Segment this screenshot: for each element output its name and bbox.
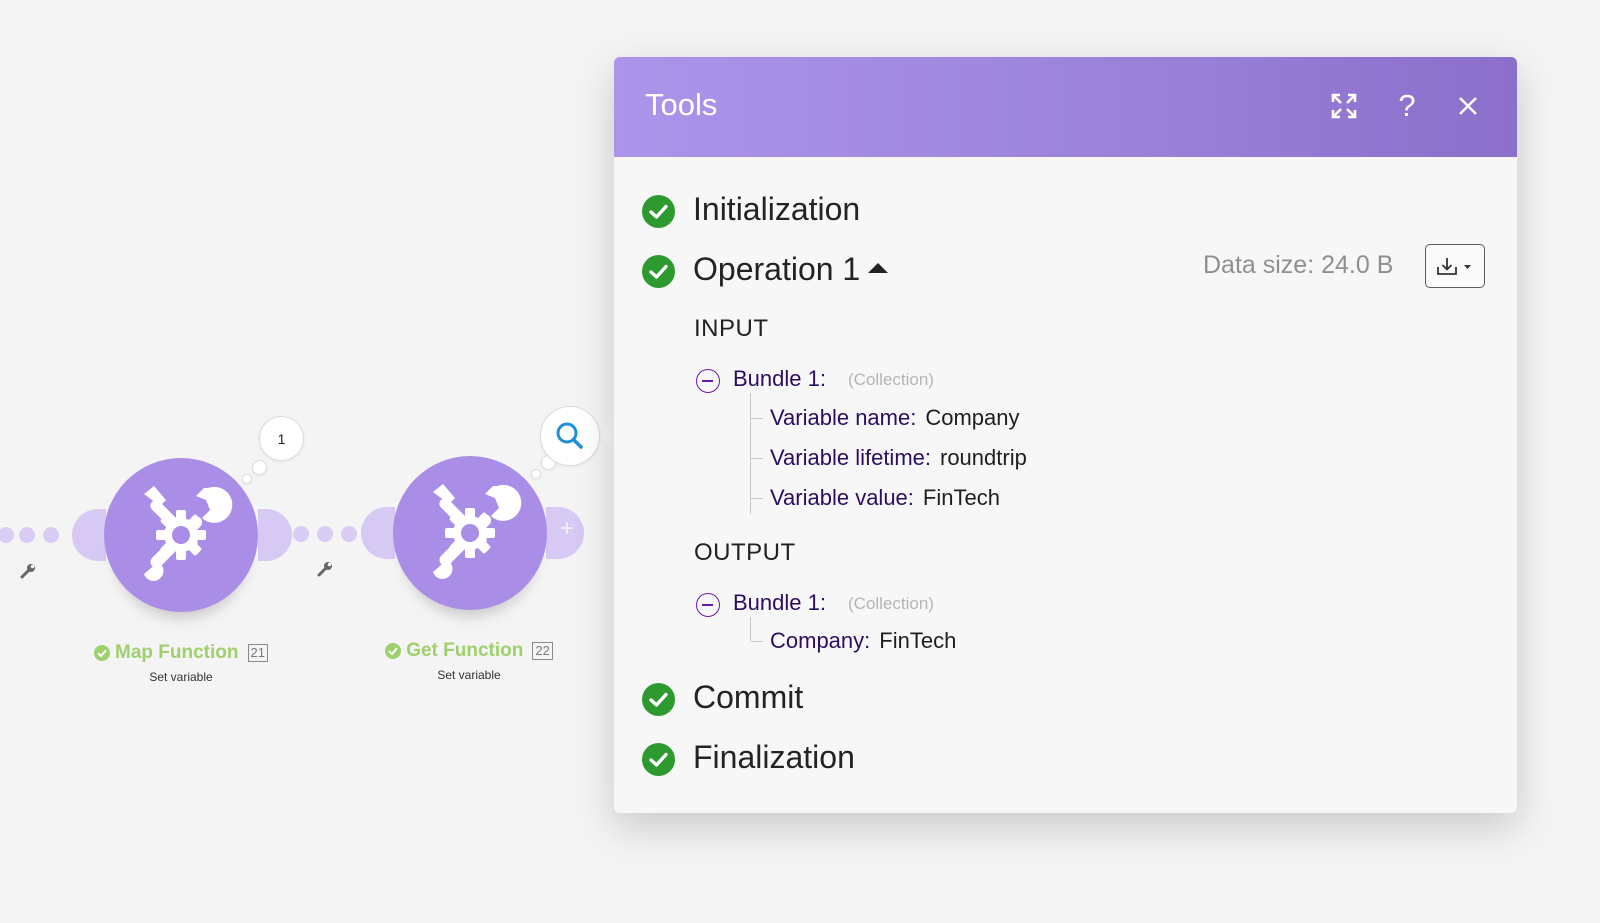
module-subtitle: Set variable	[437, 668, 501, 682]
close-icon	[1459, 97, 1477, 115]
success-icon	[642, 195, 675, 228]
field-value: FinTech	[922, 485, 1000, 510]
bubble-tail-dot	[242, 474, 252, 484]
bundle-label: Bundle 1:	[733, 366, 826, 391]
panel-header: Tools ?	[614, 57, 1517, 157]
module-label: Get Function 22 Set variable	[339, 640, 599, 682]
success-icon	[642, 743, 675, 776]
tools-icon	[433, 484, 522, 579]
expand-button[interactable]	[1327, 89, 1361, 123]
data-size: Data size: 24.0 B	[1203, 251, 1394, 279]
stage-operation[interactable]: Operation 1	[693, 251, 889, 288]
bundle-type: (Collection)	[848, 370, 934, 389]
collapse-bundle-button[interactable]	[696, 369, 720, 393]
bundle-type: (Collection)	[848, 594, 934, 613]
operations-count-bubble[interactable]: 1	[259, 416, 304, 461]
success-icon	[642, 255, 675, 288]
operation-label: Operation 1	[693, 251, 861, 287]
module-connector-right[interactable]	[258, 509, 292, 561]
bubble-tail-dot	[531, 469, 541, 479]
inspect-bubble[interactable]	[540, 406, 600, 466]
success-icon	[385, 643, 402, 659]
stage-initialization[interactable]: Initialization	[693, 191, 860, 228]
success-icon	[642, 683, 675, 716]
tools-panel: Tools ? Initialization Operation 1 Data …	[614, 57, 1517, 813]
module-name: Map Function	[115, 642, 239, 663]
field-key: Variable name:	[770, 405, 917, 430]
field-key: Variable lifetime:	[770, 445, 931, 470]
input-heading: INPUT	[694, 315, 769, 342]
field-key: Company:	[770, 628, 871, 653]
tree-line	[751, 458, 763, 459]
field-value: Company	[925, 405, 1020, 430]
stage-commit[interactable]: Commit	[693, 679, 803, 716]
bubble-tail-dot	[252, 460, 267, 475]
input-row: Variable lifetime: roundtrip	[770, 445, 1027, 471]
output-row: Company: FinTech	[770, 628, 956, 654]
tools-icon	[144, 486, 233, 581]
collapse-caret-icon[interactable]	[868, 262, 889, 273]
close-button[interactable]	[1451, 89, 1485, 123]
help-button[interactable]: ?	[1390, 88, 1424, 123]
input-row: Variable name: Company	[770, 405, 1020, 431]
search-icon	[556, 422, 583, 449]
input-row: Variable value: FinTech	[770, 485, 1000, 511]
field-value: roundtrip	[940, 445, 1027, 470]
tree-line	[750, 617, 751, 641]
module-connector-left[interactable]	[361, 507, 395, 559]
module-map-function[interactable]	[104, 458, 258, 612]
tree-line	[751, 641, 763, 642]
connector-dot	[19, 527, 35, 543]
output-heading: OUTPUT	[694, 539, 796, 566]
connector-dot	[0, 527, 14, 543]
tree-line	[751, 418, 763, 419]
module-connector-left[interactable]	[72, 509, 106, 561]
tree-line	[750, 393, 751, 514]
plus-icon[interactable]: +	[556, 517, 578, 541]
connector-dot	[43, 527, 59, 543]
module-id-badge: 22	[532, 642, 553, 660]
connector-dot	[341, 526, 357, 542]
module-name: Get Function	[406, 640, 524, 661]
panel-title: Tools	[645, 87, 718, 122]
expand-icon	[1331, 93, 1357, 119]
wrench-icon[interactable]	[316, 560, 334, 578]
module-subtitle: Set variable	[149, 670, 213, 684]
download-button[interactable]	[1425, 244, 1485, 288]
wrench-icon[interactable]	[19, 562, 37, 580]
help-icon: ?	[1398, 88, 1416, 123]
bundle-label: Bundle 1:	[733, 590, 826, 615]
connector-dot	[317, 526, 333, 542]
download-icon	[1437, 258, 1471, 275]
module-title: Get Function 22	[339, 640, 599, 662]
tree-line	[751, 498, 763, 499]
success-icon	[94, 645, 111, 661]
collapse-bundle-button[interactable]	[696, 593, 720, 617]
module-title: Map Function 21	[51, 642, 311, 664]
module-id-badge: 21	[247, 644, 268, 662]
panel-pointer	[600, 419, 615, 451]
module-get-function[interactable]	[393, 456, 547, 610]
stage-finalization[interactable]: Finalization	[693, 739, 855, 776]
module-label: Map Function 21 Set variable	[51, 642, 311, 684]
field-key: Variable value:	[770, 485, 914, 510]
connector-dot	[293, 526, 309, 542]
field-value: FinTech	[879, 628, 957, 653]
